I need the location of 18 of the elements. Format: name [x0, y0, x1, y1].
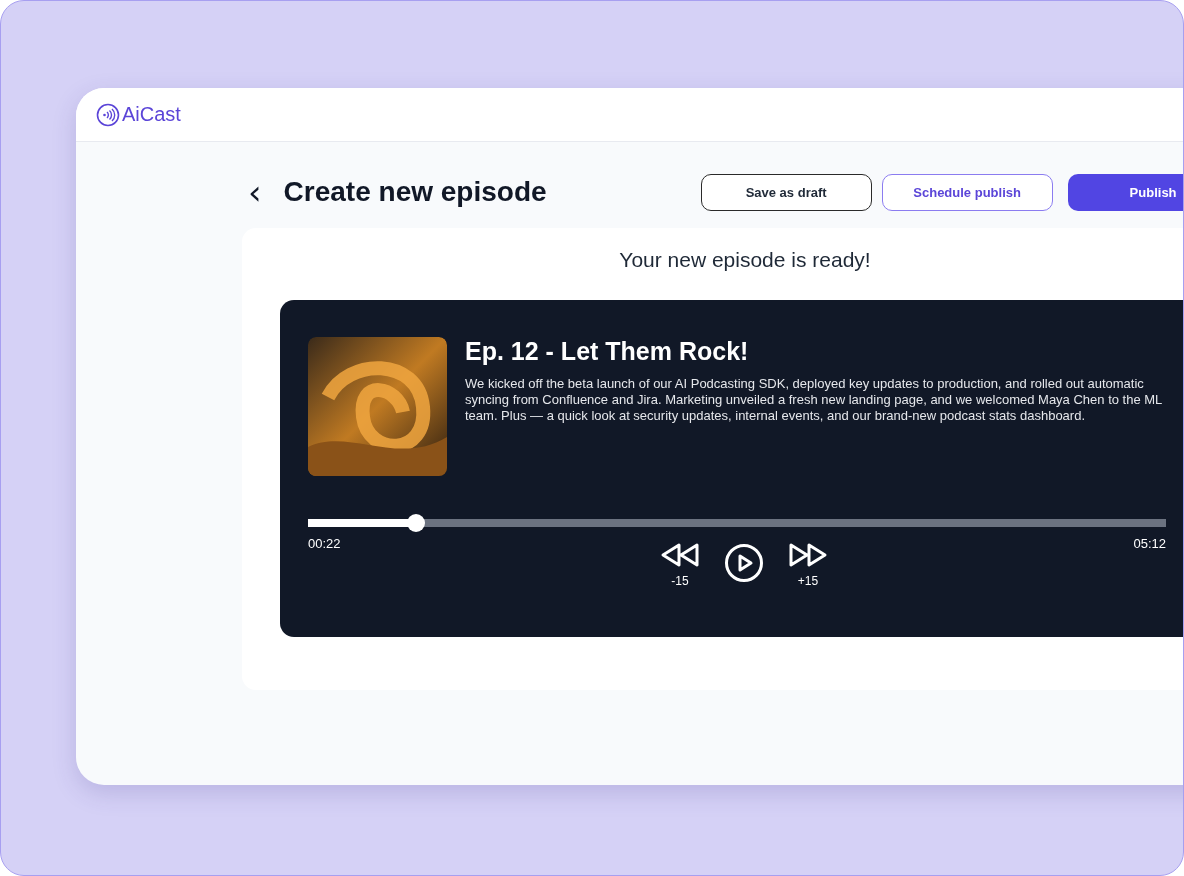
episode-title: Ep. 12 - Let Them Rock! — [465, 337, 750, 366]
page-title: Create new episode — [283, 176, 548, 208]
fast-forward-icon — [788, 541, 828, 569]
schedule-publish-button[interactable]: Schedule publish — [881, 173, 1053, 211]
elapsed-time: 00:22 — [308, 536, 341, 551]
publish-button[interactable]: Publish — [1067, 173, 1183, 211]
play-icon — [724, 543, 764, 583]
forward-label: +15 — [797, 574, 819, 588]
back-button[interactable]: ‹ — [242, 175, 268, 209]
rewind-icon — [660, 541, 700, 569]
rewind-label: -15 — [671, 574, 689, 588]
ready-heading: Your new episode is ready! — [618, 248, 872, 272]
app-logo-text: AiCast — [122, 103, 181, 126]
episode-description: We kicked off the beta launch of our AI Podcasting SDK, deployed key updates to production, and rolled out automatic syncing from Confluence and Jira. Marketing unveiled a fresh new landing page, and we welcomed Maya Chen to the ML team. Plus — a quick look at security updates, internal events, and our brand-new podcast stats dashboard. — [465, 376, 1163, 424]
progress-thumb[interactable] — [407, 514, 426, 532]
save-draft-button[interactable]: Save as draft — [700, 173, 872, 211]
total-duration: 05:12 — [1133, 536, 1166, 551]
logo-icon — [96, 102, 120, 127]
